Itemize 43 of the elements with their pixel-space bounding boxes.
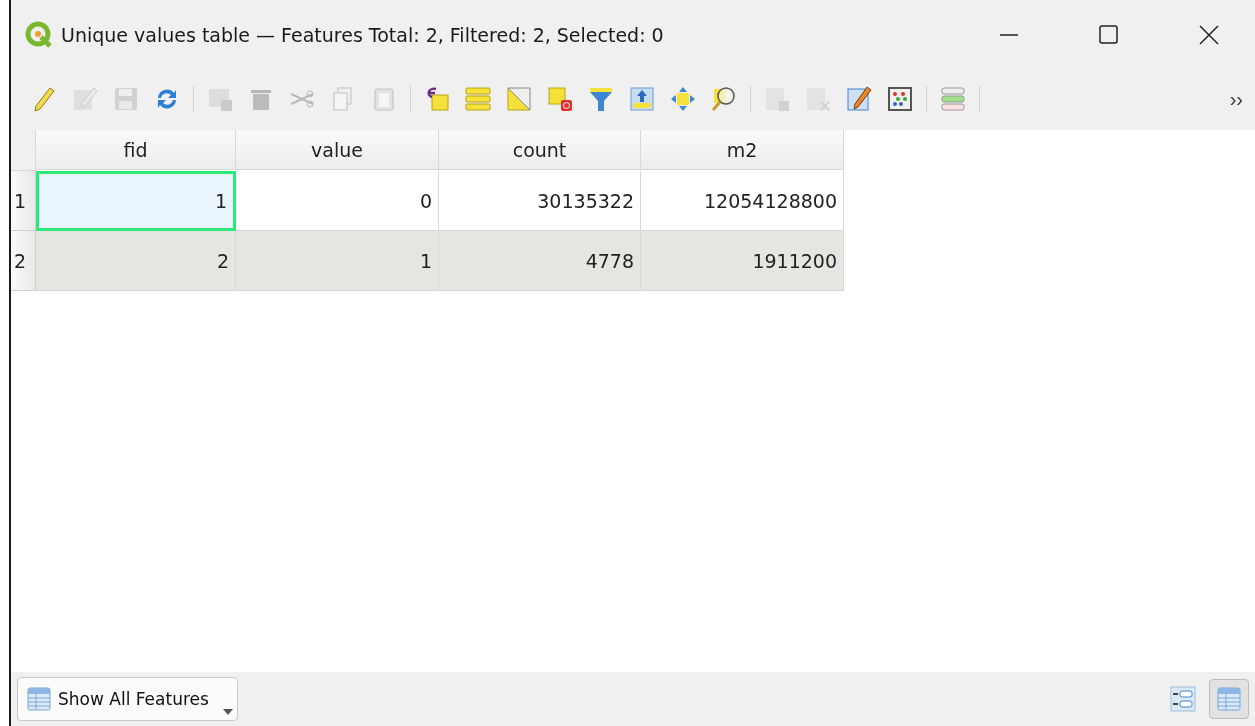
square-cancel-icon xyxy=(547,86,573,112)
row-header[interactable]: 2 xyxy=(11,231,36,291)
arrow-up-table-icon xyxy=(629,86,655,112)
column-header[interactable]: count xyxy=(439,130,641,170)
table-cell[interactable]: 4778 xyxy=(439,231,641,291)
table-cell[interactable]: 1 xyxy=(236,231,439,291)
table-corner[interactable] xyxy=(11,130,36,171)
show-features-dropdown[interactable]: Show All Features xyxy=(17,677,238,721)
table-icon xyxy=(26,686,52,712)
table-cell[interactable]: 30135322 xyxy=(439,171,641,231)
form-view-icon xyxy=(1170,686,1196,712)
table-cell[interactable]: 2 xyxy=(36,231,236,291)
table-cell[interactable]: 1911200 xyxy=(641,231,844,291)
caret-icon xyxy=(222,709,233,715)
clipboard-icon xyxy=(371,86,397,112)
table-cell[interactable]: 12054128800 xyxy=(641,171,844,231)
table-view-icon xyxy=(1216,686,1242,712)
table-pencil-icon xyxy=(72,86,98,112)
column-header[interactable]: value xyxy=(236,130,439,170)
four-arrows-icon xyxy=(670,86,696,112)
minimize-icon xyxy=(1000,34,1018,36)
view-toggle-button[interactable] xyxy=(1209,679,1249,719)
toolbar-overflow-button[interactable]: ›› xyxy=(1225,87,1247,111)
abacus-icon xyxy=(887,86,913,112)
filter-icon xyxy=(588,86,614,112)
stacked-bars-icon xyxy=(940,86,966,112)
column-header[interactable]: m2 xyxy=(641,130,844,170)
app-logo-icon xyxy=(25,21,53,49)
magnifier-icon xyxy=(711,86,737,112)
close-icon xyxy=(1198,24,1220,46)
form-pencil-icon xyxy=(846,86,872,112)
table-cell[interactable]: 0 xyxy=(236,171,439,231)
table-cell[interactable]: 1 xyxy=(36,171,236,231)
window-title: Unique values table — Features Total: 2, Filtered: 2, Selected: 0 xyxy=(61,24,665,46)
table-add-icon xyxy=(207,86,233,112)
column-add-icon xyxy=(764,86,790,112)
row-header[interactable]: 1 xyxy=(11,171,36,231)
invert-selection-icon xyxy=(506,86,532,112)
maximize-icon xyxy=(1098,24,1120,46)
stacked-bars-icon xyxy=(465,86,491,112)
column-delete-icon xyxy=(805,86,831,112)
pencil-icon xyxy=(31,86,57,112)
column-header[interactable]: fid xyxy=(36,130,236,170)
